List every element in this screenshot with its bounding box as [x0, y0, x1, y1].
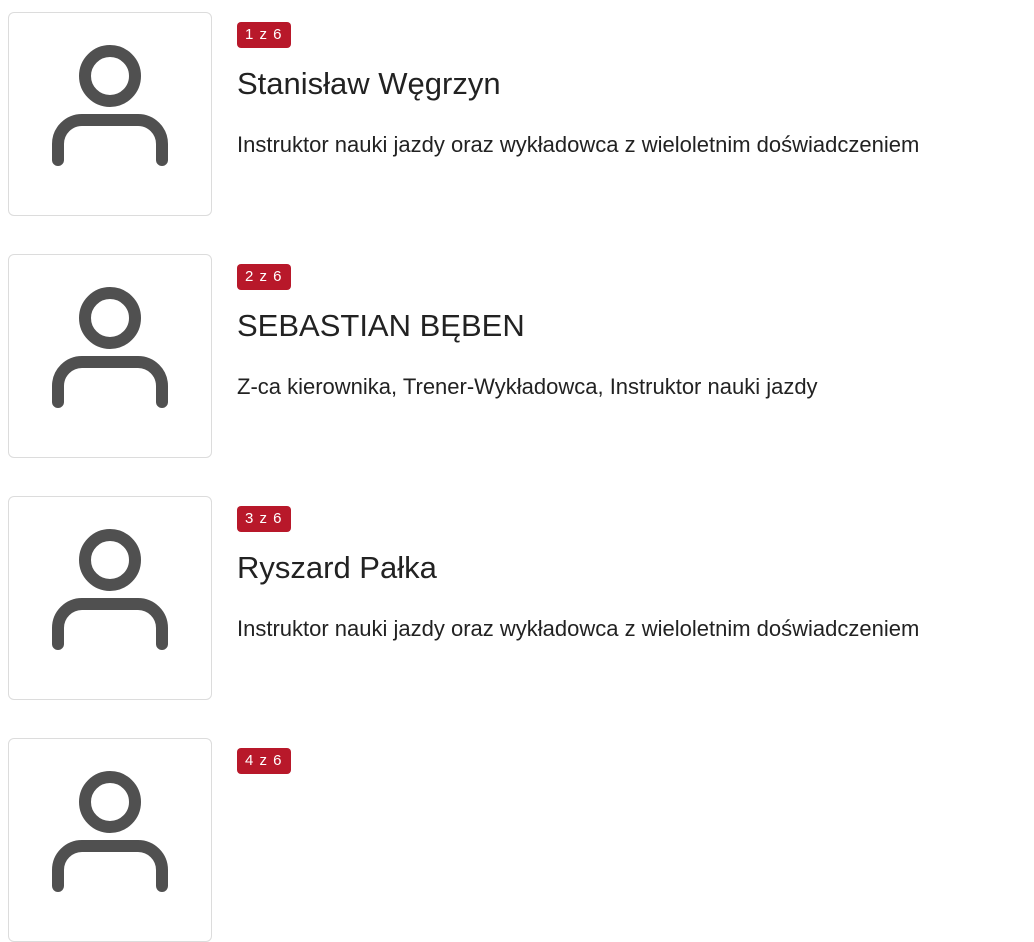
person-role: Instruktor nauki jazdy oraz wykładowca z… — [237, 616, 920, 641]
staff-card: 1 z 6 Stanisław Węgrzyn Instruktor nauki… — [8, 12, 1034, 216]
user-icon — [52, 287, 168, 408]
staff-card: 3 z 6 Ryszard Pałka Instruktor nauki jaz… — [8, 496, 1034, 700]
position-badge: 2 z 6 — [237, 264, 291, 290]
user-icon — [52, 771, 168, 892]
person-name: Stanisław Węgrzyn — [237, 66, 501, 101]
person-role: Instruktor nauki jazdy oraz wykładowca z… — [237, 132, 920, 157]
avatar — [8, 254, 212, 458]
user-icon — [52, 529, 168, 650]
user-icon — [52, 45, 168, 166]
person-name: Ryszard Pałka — [237, 550, 437, 585]
position-badge: 4 z 6 — [237, 748, 291, 774]
position-badge: 3 z 6 — [237, 506, 291, 532]
avatar — [8, 12, 212, 216]
person-name: SEBASTIAN BĘBEN — [237, 308, 525, 343]
staff-card: 4 z 6 — [8, 738, 1034, 942]
person-role: Z-ca kierownika, Trener-Wykładowca, Inst… — [237, 374, 818, 399]
position-badge: 1 z 6 — [237, 22, 291, 48]
avatar — [8, 738, 212, 942]
staff-card: 2 z 6 SEBASTIAN BĘBEN Z-ca kierownika, T… — [8, 254, 1034, 458]
avatar — [8, 496, 212, 700]
